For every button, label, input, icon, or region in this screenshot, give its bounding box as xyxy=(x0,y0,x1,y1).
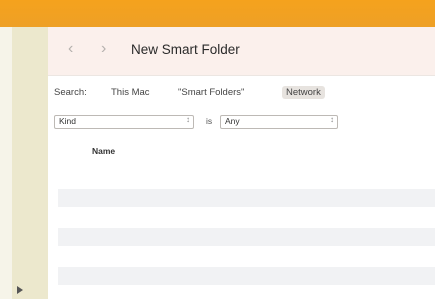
finder-window: ‹ › New Smart Folder Search: This Mac "S… xyxy=(48,27,435,299)
attribute-popup[interactable]: Kind ↕ xyxy=(54,115,194,129)
chevron-updown-icon: ↕ xyxy=(330,115,334,124)
list-row-stripe xyxy=(58,267,435,285)
attribute-value: Kind xyxy=(59,116,77,126)
window-title: New Smart Folder xyxy=(131,42,240,57)
sidebar-edge xyxy=(0,27,12,299)
list-row-stripe xyxy=(58,228,435,246)
chevron-left-icon: ‹ xyxy=(68,40,74,57)
back-button[interactable]: ‹ xyxy=(68,41,73,57)
scope-smart-folders[interactable]: "Smart Folders" xyxy=(178,87,244,98)
scope-network[interactable]: Network xyxy=(282,86,325,99)
scope-this-mac[interactable]: This Mac xyxy=(111,87,150,98)
column-header-name[interactable]: Name xyxy=(92,146,115,156)
forward-button[interactable]: › xyxy=(101,41,106,57)
chevron-updown-icon: ↕ xyxy=(186,115,190,124)
search-scope-label: Search: xyxy=(54,87,87,98)
value-popup[interactable]: Any ↕ xyxy=(220,115,338,129)
toolbar: ‹ › New Smart Folder xyxy=(48,27,435,76)
top-accent-bar xyxy=(0,0,435,27)
disclosure-triangle-icon[interactable] xyxy=(17,286,23,294)
chevron-right-icon: › xyxy=(101,40,107,57)
list-row-stripe xyxy=(58,189,435,207)
operator-label: is xyxy=(206,116,213,126)
search-criteria-row: Kind ↕ is Any ↕ xyxy=(48,115,435,129)
search-scope-bar: Search: This Mac "Smart Folders" Network xyxy=(48,83,435,103)
value-value: Any xyxy=(225,116,240,126)
